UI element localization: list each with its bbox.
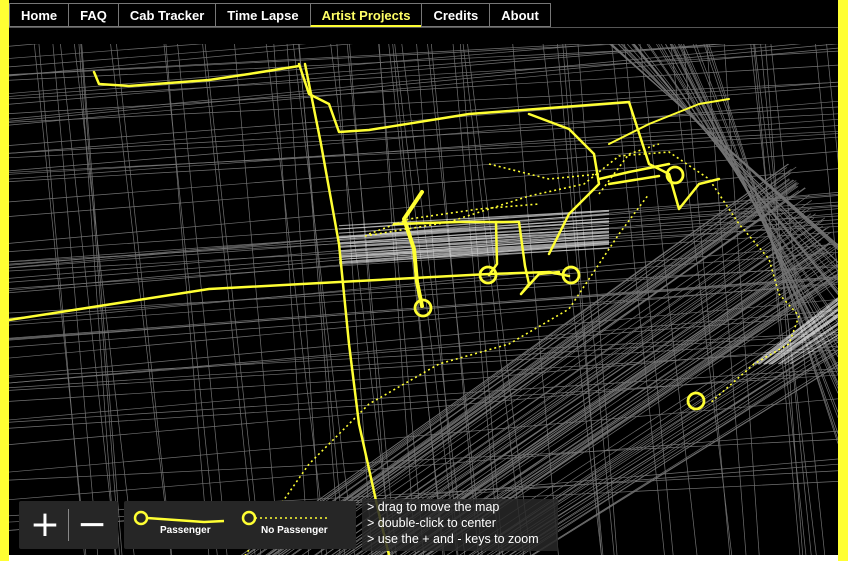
legend-passenger-label: Passenger — [160, 525, 211, 536]
tab-time-lapse[interactable]: Time Lapse — [215, 3, 310, 27]
cab-trace-map[interactable] — [9, 44, 838, 555]
help-line-center: > double-click to center — [367, 516, 496, 530]
zoom-in-button[interactable]: + — [22, 505, 68, 545]
tab-home[interactable]: Home — [9, 3, 69, 27]
top-nav: Home FAQ Cab Tracker Time Lapse Artist P… — [9, 3, 551, 27]
tab-about[interactable]: About — [489, 3, 551, 27]
tab-faq[interactable]: FAQ — [68, 3, 118, 27]
legend-no-passenger-label: No Passenger — [261, 525, 328, 536]
tab-cab-tracker[interactable]: Cab Tracker — [117, 3, 216, 27]
bottom-edge — [9, 555, 838, 561]
zoom-out-button[interactable]: − — [69, 505, 115, 545]
legend: Passenger No Passenger — [124, 501, 356, 549]
help-line-zoom: > use the + and - keys to zoom — [367, 532, 539, 546]
zoom-control: + − — [19, 501, 118, 549]
nav-divider — [9, 27, 838, 28]
tab-artist-projects[interactable]: Artist Projects — [309, 3, 422, 27]
tab-credits[interactable]: Credits — [421, 3, 490, 27]
help-line-drag: > drag to move the map — [367, 500, 500, 514]
help-panel: > drag to move the map > double-click to… — [362, 499, 558, 551]
